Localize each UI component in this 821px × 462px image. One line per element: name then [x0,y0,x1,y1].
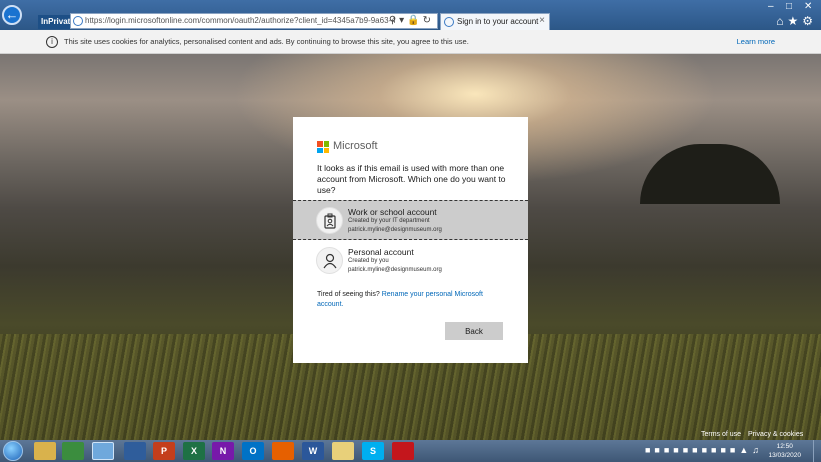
page-favicon-icon [73,16,83,26]
chrome-icon[interactable] [62,442,84,460]
work-account-email: patrick.myline@designmuseum.org [348,227,442,233]
taskbar: P X N O W S ■■■■■■■■■■▲♫ 12:50 13/03/202… [0,440,821,462]
maximize-icon[interactable]: □ [786,1,792,12]
privacy-cookies-link[interactable]: Privacy & cookies [748,431,803,438]
tab-title: Sign in to your account [457,17,539,26]
account-picker-prompt: It looks as if this email is used with m… [317,163,506,195]
rename-hint: Tired of seeing this? Rename your person… [317,290,507,310]
outlook-icon[interactable]: O [242,442,264,460]
microsoft-logo-icon [317,141,329,153]
browser-back-icon[interactable]: ← [2,5,22,25]
browser-tab[interactable]: Sign in to your account × [440,13,550,30]
browser-chrome: ← InPrivate https://login.microsoftonlin… [0,0,821,30]
personal-account-title: Personal account [348,247,414,257]
clock-time: 12:50 [776,443,793,450]
close-window-icon[interactable]: ✕ [804,1,812,12]
tab-close-icon[interactable]: × [539,15,545,26]
info-icon: i [46,36,58,48]
terms-of-use-link[interactable]: Terms of use [701,431,741,438]
sign-in-dialog: Microsoft It looks as if this email is u… [293,117,528,363]
back-button[interactable]: Back [445,322,503,340]
file-explorer-icon[interactable] [34,442,56,460]
taskbar-clock[interactable]: 12:50 13/03/2020 [768,442,801,460]
badge-icon [316,207,343,234]
folder-icon[interactable] [332,442,354,460]
document-app-icon[interactable] [124,442,146,460]
address-bar[interactable]: https://login.microsoftonline.com/common… [70,13,438,29]
start-button-icon[interactable] [3,441,23,461]
tab-favicon-icon [444,17,454,27]
personal-account-subtitle: Created by you [348,258,389,264]
skype-icon[interactable]: S [362,442,384,460]
browser-toolbar-icons[interactable]: ⌂★⚙ [776,14,817,28]
work-account-title: Work or school account [348,207,437,217]
minimize-icon[interactable]: – [768,1,774,12]
work-account-option[interactable]: Work or school account Created by your I… [293,200,528,240]
excel-icon[interactable]: X [183,442,205,460]
address-bar-actions[interactable]: ⚲▾🔒↻ [389,15,434,26]
cookie-notice-bar: i This site uses cookies for analytics, … [0,30,821,54]
tired-text: Tired of seeing this? [317,291,380,298]
work-account-subtitle: Created by your IT department [348,218,430,224]
address-url[interactable]: https://login.microsoftonline.com/common… [85,16,395,25]
firefox-icon[interactable] [272,442,294,460]
system-tray-icons[interactable]: ■■■■■■■■■■▲♫ [645,445,763,455]
cookie-message: This site uses cookies for analytics, pe… [64,37,469,46]
show-desktop-button[interactable] [813,440,821,462]
onenote-icon[interactable]: N [212,442,234,460]
internet-explorer-icon[interactable] [92,442,114,460]
brand-name: Microsoft [333,140,378,152]
word-icon[interactable]: W [302,442,324,460]
powerpoint-icon[interactable]: P [153,442,175,460]
personal-account-option[interactable]: Personal account Created by you patrick.… [293,241,528,281]
clock-date: 13/03/2020 [768,452,801,459]
learn-more-link[interactable]: Learn more [737,37,775,46]
background-hill [640,144,780,204]
personal-account-email: patrick.myline@designmuseum.org [348,267,442,273]
acrobat-icon[interactable] [392,442,414,460]
person-icon [316,247,343,274]
